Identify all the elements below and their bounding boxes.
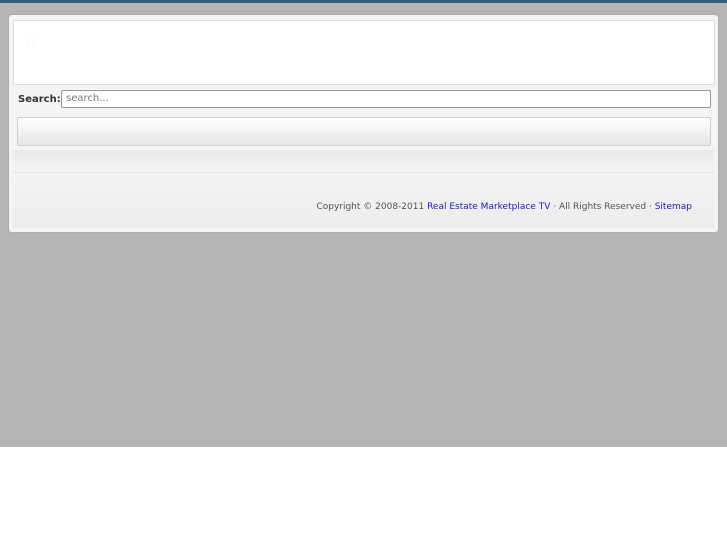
top-strip (0, 0, 727, 3)
header-banner: ⬚ (13, 20, 715, 85)
navigation-bar (17, 117, 711, 146)
footer: Copyright © 2008-2011 Real Estate Market… (13, 173, 714, 228)
search-bar: Search: (9, 89, 718, 113)
content-band (13, 150, 714, 173)
search-label: Search: (18, 94, 61, 105)
footer-copyright: Copyright © 2008-2011 Real Estate Market… (316, 201, 692, 213)
rights-text: · All Rights Reserved · (553, 202, 652, 212)
broken-image-icon: ⬚ (27, 38, 36, 48)
page-container: ⬚ Search: Copyright © 2008-2011 Real Est… (9, 15, 718, 232)
sitemap-link[interactable]: Sitemap (655, 202, 692, 212)
site-home-link[interactable]: Real Estate Marketplace TV (427, 202, 550, 212)
search-input[interactable] (61, 90, 711, 108)
copyright-text: Copyright © 2008-2011 (316, 202, 425, 212)
